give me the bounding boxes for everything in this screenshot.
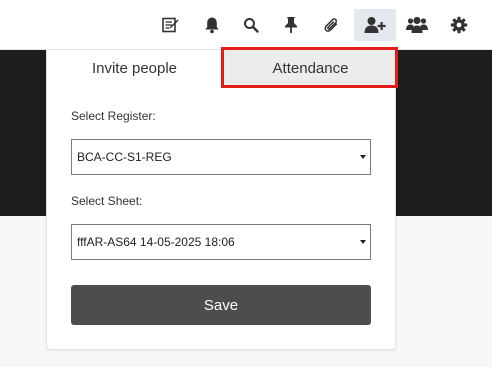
search-icon[interactable] [235,9,267,41]
sheet-label: Select Sheet: [71,194,143,208]
tab-attendance[interactable]: Attendance [222,50,398,86]
tab-label: Attendance [272,59,349,77]
chevron-down-icon [360,155,366,159]
gear-icon[interactable] [443,9,475,41]
tab-label: Invite people [91,59,178,77]
bell-icon[interactable] [196,9,228,41]
top-toolbar [0,0,492,50]
tab-invite-people[interactable]: Invite people [47,50,222,86]
pin-icon[interactable] [275,9,307,41]
paperclip-icon[interactable] [316,9,348,41]
sheet-select[interactable]: fffAR-AS64 14-05-2025 18:06 [71,224,371,260]
chevron-down-icon [360,240,366,244]
save-button[interactable]: Save [71,285,371,325]
register-select-value: BCA-CC-S1-REG [77,150,172,164]
add-user-icon[interactable] [354,9,396,41]
register-select[interactable]: BCA-CC-S1-REG [71,139,371,175]
invite-attendance-panel: Invite people Attendance Select Register… [46,50,398,350]
notes-icon[interactable] [154,9,186,41]
users-icon[interactable] [401,9,433,41]
sheet-select-value: fffAR-AS64 14-05-2025 18:06 [77,235,235,249]
register-label: Select Register: [71,109,156,123]
